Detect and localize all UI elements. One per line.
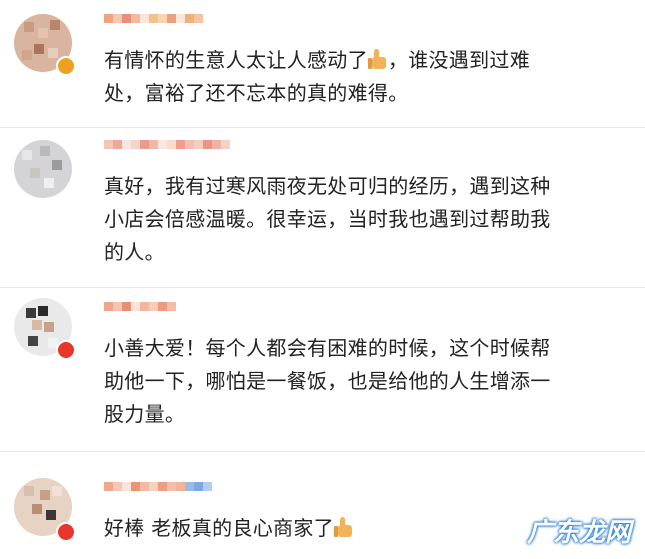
thumbs-up-icon [333,516,354,538]
comment-text: 有情怀的生意人太让人感动了 ，谁没遇到过难 处，富裕了还不忘本的真的难得。 [104,48,531,105]
username-blurred[interactable] [104,482,212,504]
username-blurred[interactable] [104,140,230,162]
comment-item: 真好，我有过寒风雨夜无处可归的经历，遇到这种 小店会倍感温暖。很幸运，当时我也遇… [0,128,645,288]
comment-text: 小善大爱！每个人都会有困难的时候，这个时候帮 助他一下，哪怕是一餐饭，也是给他的… [104,336,551,426]
verified-badge-icon [56,56,76,76]
avatar[interactable] [14,140,72,198]
username-blurred[interactable] [104,302,176,324]
verified-badge-icon [56,340,76,360]
comment-item: 小善大爱！每个人都会有困难的时候，这个时候帮 助他一下，哪怕是一餐饭，也是给他的… [0,288,645,452]
thumbs-up-icon [367,48,388,70]
watermark-logo: 广东龙网 [526,518,631,548]
comment-text: 真好，我有过寒风雨夜无处可归的经历，遇到这种 小店会倍感温暖。很幸运，当时我也遇… [104,174,551,264]
comment-item: 有情怀的生意人太让人感动了 ，谁没遇到过难 处，富裕了还不忘本的真的难得。 [0,0,645,128]
verified-badge-icon [56,522,76,542]
username-blurred[interactable] [104,14,203,36]
